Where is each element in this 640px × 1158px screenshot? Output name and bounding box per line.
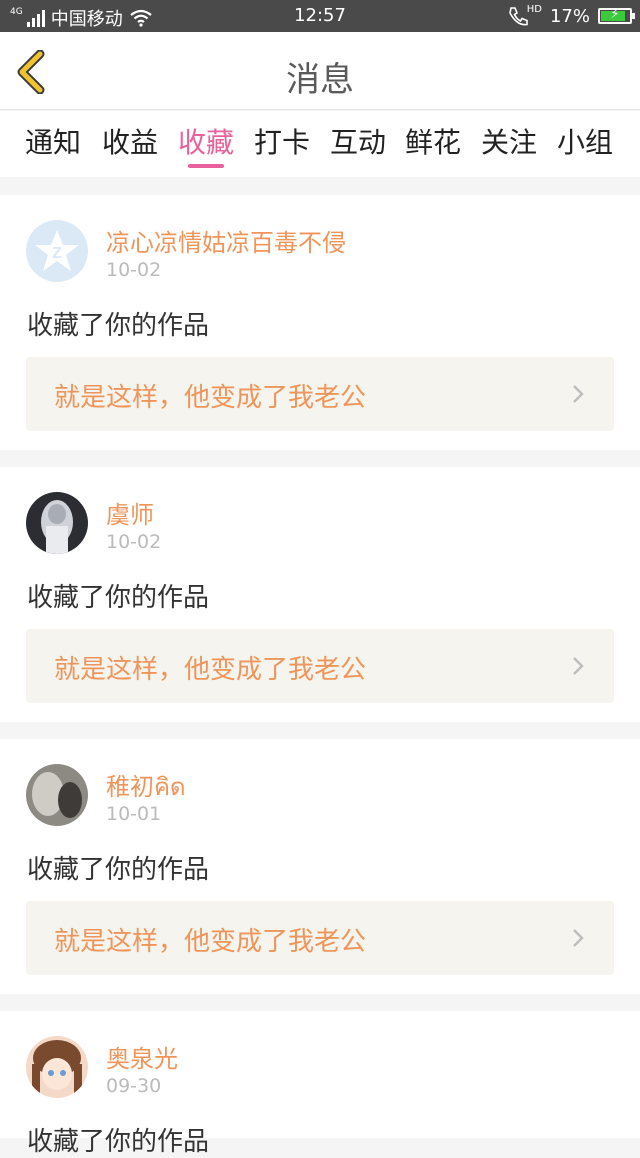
page-title: 消息 [286, 60, 354, 100]
chevron-left-icon [17, 49, 45, 95]
tab-checkin[interactable]: 打卡 [247, 121, 317, 161]
action-text: 收藏了你的作品 [27, 583, 210, 613]
tab-follow[interactable]: 关注 [474, 121, 544, 161]
status-bar: 4G 中国移动 12:57 HD 17% ⚡ [0, 0, 640, 32]
action-text: 收藏了你的作品 [27, 1127, 210, 1157]
svg-text:Z: Z [52, 245, 62, 262]
action-text: 收藏了你的作品 [27, 311, 210, 341]
nav-header: 消息 [0, 32, 640, 110]
user-avatar-image [26, 1036, 88, 1098]
status-right: HD 17% ⚡ [507, 3, 635, 27]
avatar[interactable] [26, 1036, 88, 1098]
username[interactable]: 稚初คิด [106, 767, 186, 806]
tab-interaction[interactable]: 互动 [323, 121, 393, 161]
tab-earnings[interactable]: 收益 [95, 121, 165, 161]
avatar[interactable] [26, 492, 88, 554]
avatar[interactable]: Z [26, 220, 88, 282]
work-title: 就是这样，他变成了我老公 [54, 927, 367, 957]
message-date: 10-02 [106, 531, 162, 553]
chevron-right-icon [573, 657, 584, 675]
username[interactable]: 虞师 [106, 495, 154, 530]
tab-bar: 通知 收益 收藏 打卡 互动 鲜花 关注 小组 [0, 111, 640, 177]
back-button[interactable] [14, 49, 54, 95]
tab-flowers[interactable]: 鲜花 [398, 121, 468, 161]
avatar[interactable] [26, 764, 88, 826]
work-title: 就是这样，他变成了我老公 [54, 383, 367, 413]
battery-icon: ⚡ [598, 7, 635, 24]
tab-groups[interactable]: 小组 [550, 121, 620, 161]
battery-percent: 17% [549, 5, 590, 27]
message-date: 10-01 [106, 803, 162, 825]
chevron-right-icon [573, 929, 584, 947]
user-avatar-image [26, 492, 88, 554]
work-link[interactable]: 就是这样，他变成了我老公 [26, 629, 614, 703]
charging-icon: ⚡ [610, 7, 620, 22]
work-link[interactable]: 就是这样，他变成了我老公 [26, 357, 614, 431]
message-card: 虞师 10-02 收藏了你的作品 就是这样，他变成了我老公 [0, 467, 640, 722]
message-date: 09-30 [106, 1075, 162, 1097]
username[interactable]: 奥泉光 [106, 1039, 178, 1074]
user-avatar-image [26, 764, 88, 826]
work-link[interactable]: 就是这样，他变成了我老公 [26, 901, 614, 975]
work-title: 就是这样，他变成了我老公 [54, 655, 367, 685]
hd-label: HD [526, 3, 542, 15]
tab-notifications[interactable]: 通知 [18, 121, 88, 161]
action-text: 收藏了你的作品 [27, 855, 210, 885]
message-card: 稚初คิด 10-01 收藏了你的作品 就是这样，他变成了我老公 [0, 739, 640, 994]
message-card: Z 凉心凉情姑凉百毒不侵 10-02 收藏了你的作品 就是这样，他变成了我老公 [0, 195, 640, 450]
active-tab-indicator [188, 164, 224, 168]
tab-favorites[interactable]: 收藏 [171, 121, 241, 161]
message-date: 10-02 [106, 259, 162, 281]
message-card: 奥泉光 09-30 收藏了你的作品 [0, 1011, 640, 1157]
chevron-right-icon [573, 385, 584, 403]
username[interactable]: 凉心凉情姑凉百毒不侵 [106, 223, 346, 258]
qq-avatar-icon: Z [26, 220, 88, 282]
